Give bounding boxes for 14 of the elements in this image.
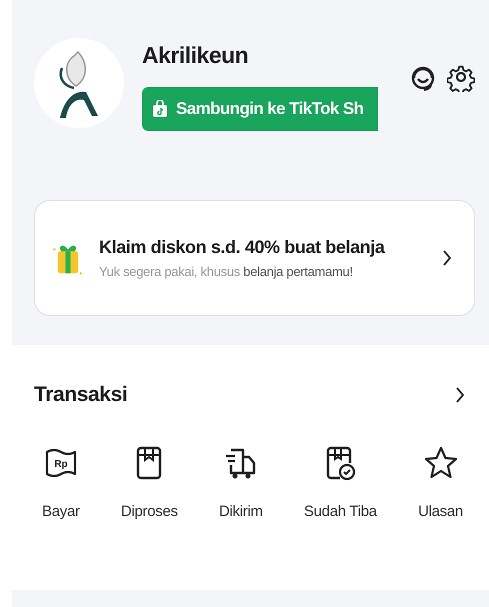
store-name: Akrilikeun xyxy=(142,42,250,69)
promo-subtitle: Yuk segera pakai, khusus belanja pertamamu! xyxy=(99,264,354,279)
chevron-right-icon[interactable] xyxy=(455,386,465,404)
transaction-label[interactable]: Ulasan xyxy=(418,503,463,520)
transaction-label[interactable]: Diproses xyxy=(120,503,178,520)
chevron-right-icon xyxy=(442,249,452,267)
section-title: Transaksi xyxy=(34,383,128,407)
transaction-label[interactable]: Sudah Tiba xyxy=(304,503,377,520)
shopping-bag-icon xyxy=(152,100,168,118)
transaction-label[interactable]: Dikirim xyxy=(218,503,263,520)
promo-card[interactable]: Klaim diskon s.d. 40% buat belanja Yuk segera pakai, khusus belanja pertamamu! xyxy=(34,200,475,316)
transaction-label[interactable]: Bayar xyxy=(42,503,80,520)
star-icon[interactable] xyxy=(422,445,459,481)
promo-title: Klaim diskon s.d. 40% buat belanja xyxy=(99,237,386,258)
